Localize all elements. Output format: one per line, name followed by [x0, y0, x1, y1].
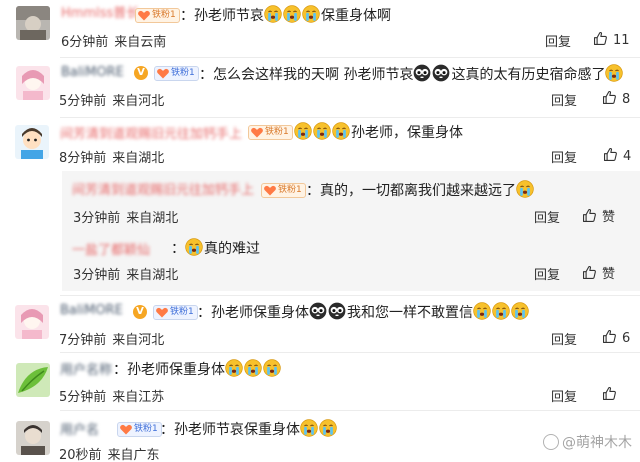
like-button[interactable]: 6 [601, 328, 630, 346]
comment-text: ：真的难过 [171, 238, 260, 259]
comment-meta: 6分钟前 来自云南 [61, 35, 167, 50]
like-button[interactable]: 赞 [581, 263, 615, 282]
username[interactable]: BaliMORE [61, 65, 124, 80]
like-button[interactable]: 11 [592, 30, 630, 48]
avatar[interactable] [16, 6, 50, 40]
avatar[interactable] [15, 305, 49, 339]
sub-reply-1: 间芳清到道观赐旧元往加钙手上 铁粉1 ：真的，一切都离我们越来越远了 3分钟前来… [0, 176, 640, 232]
crying-face-emoji [492, 302, 510, 320]
comment-meta: 7分钟前 来自河北 [59, 333, 165, 348]
like-button[interactable]: 赞 [581, 206, 615, 225]
heart-badge-icon [155, 305, 169, 320]
crying-face-emoji [264, 5, 282, 23]
comment-meta: 5分钟前 来自河北 [59, 94, 165, 109]
verified-icon: V [133, 305, 147, 319]
crying-face-emoji [294, 122, 312, 140]
thumbs-up-icon [601, 328, 618, 345]
comment-meta: 3分钟前 来自湖北 [73, 211, 179, 226]
fan-badge: 铁粉1 [154, 66, 199, 81]
comment-text: ：孙老师节哀 保重身体啊 [180, 5, 391, 26]
shocked-face-emoji [328, 302, 346, 320]
reply-button[interactable]: 回复 [545, 31, 571, 50]
username[interactable]: 间芳清到道观赐旧元往加钙手上 [72, 179, 254, 198]
thumbs-up-icon [601, 385, 618, 402]
username[interactable]: 用户名 [60, 419, 99, 438]
crying-face-emoji [473, 302, 491, 320]
comment-text: ：孙老师保重身体 我和您一样不敢置信 [197, 302, 530, 323]
crying-face-emoji [244, 359, 262, 377]
reply-button[interactable]: 回复 [551, 329, 577, 348]
like-button[interactable]: 4 [602, 146, 631, 164]
crying-face-emoji [225, 359, 243, 377]
crying-face-emoji [319, 419, 337, 437]
avatar[interactable] [16, 421, 50, 455]
comment-text: ：孙老师节哀保重身体 [160, 419, 338, 440]
reply-button[interactable]: 回复 [534, 264, 560, 283]
reply-button[interactable]: 回复 [551, 386, 577, 405]
username[interactable]: Hmmlss普长 [61, 2, 139, 21]
thumbs-up-icon [601, 89, 618, 106]
comment-text: 孙老师，保重身体 [294, 122, 463, 143]
comment-2: BaliMORE V 铁粉1 ：怎么会这样我的天啊 孙老师节哀 这真的太有历史宿命… [0, 58, 640, 118]
fan-badge: 铁粉1 [248, 125, 293, 140]
comment-1: Hmmlss普长 铁粉1 ：孙老师节哀 保重身体啊 6分钟前 来自云南 回复 11 [0, 0, 640, 58]
comment-text: ：真的，一切都离我们越来越远了 [306, 180, 535, 201]
comment-meta: 5分钟前 来自江苏 [59, 390, 165, 405]
reply-button[interactable]: 回复 [551, 90, 577, 109]
comment-3: 间芳清到道观赐旧元往加钙手上 铁粉1 孙老师，保重身体 8分钟前 来自湖北 回复 … [0, 118, 640, 173]
fan-badge: 铁粉1 [117, 422, 162, 437]
crying-face-emoji [283, 5, 301, 23]
shocked-face-emoji [309, 302, 327, 320]
fan-badge: 铁粉1 [135, 8, 180, 23]
thumbs-up-icon [602, 146, 619, 163]
avatar[interactable] [16, 363, 50, 397]
shocked-face-emoji [413, 64, 431, 82]
comment-text: ：怎么会这样我的天啊 孙老师节哀 这真的太有历史宿命感了 [199, 64, 624, 85]
shocked-face-emoji [432, 64, 450, 82]
heart-badge-icon [250, 125, 264, 140]
crying-face-emoji [605, 64, 623, 82]
crying-face-emoji [300, 419, 318, 437]
watermark: @萌神木木 [543, 432, 632, 452]
comment-meta: 3分钟前 来自湖北 [73, 268, 179, 283]
thumbs-up-icon [581, 207, 598, 224]
crying-face-emoji [516, 180, 534, 198]
heart-badge-icon [137, 8, 151, 23]
fan-badge: 铁粉1 [261, 183, 306, 198]
comment-meta: 20秒前 来自广东 [59, 448, 160, 462]
like-button[interactable]: 8 [601, 89, 630, 107]
crying-face-emoji [511, 302, 529, 320]
fan-badge: 铁粉1 [153, 305, 198, 320]
crying-face-emoji [302, 5, 320, 23]
heart-badge-icon [119, 422, 133, 437]
comment-4: BaliMORE V 铁粉1 ：孙老师保重身体 我和您一样不敢置信 7分钟前 来自河… [0, 296, 640, 354]
crying-face-emoji [185, 238, 203, 256]
thumbs-up-icon [592, 30, 609, 47]
crying-face-emoji [263, 359, 281, 377]
verified-icon: V [134, 66, 148, 80]
thumbs-up-icon [581, 264, 598, 281]
comment-5: 用户名称 ：孙老师保重身体 5分钟前 来自江苏 回复 [0, 353, 640, 411]
like-button[interactable] [601, 385, 622, 403]
comment-text: ：孙老师保重身体 [113, 359, 282, 380]
heart-badge-icon [156, 66, 170, 81]
username[interactable]: BaliMORE [60, 303, 123, 318]
username[interactable]: 间芳清到道观赐旧元往加钙手上 [60, 123, 242, 142]
crying-face-emoji [332, 122, 350, 140]
avatar[interactable] [16, 66, 50, 100]
username[interactable]: 用户名称 [60, 359, 112, 378]
reply-button[interactable]: 回复 [534, 207, 560, 226]
comment-meta: 8分钟前 来自湖北 [59, 151, 165, 166]
avatar[interactable] [15, 125, 49, 159]
crying-face-emoji [313, 122, 331, 140]
reply-button[interactable]: 回复 [551, 147, 577, 166]
sub-reply-2: 一盐了都颖仙 ：真的难过 3分钟前 来自湖北 回复 赞 [0, 233, 640, 291]
watermark-icon [543, 434, 559, 450]
username[interactable]: 一盐了都颖仙 [72, 239, 150, 258]
heart-badge-icon [263, 183, 277, 198]
